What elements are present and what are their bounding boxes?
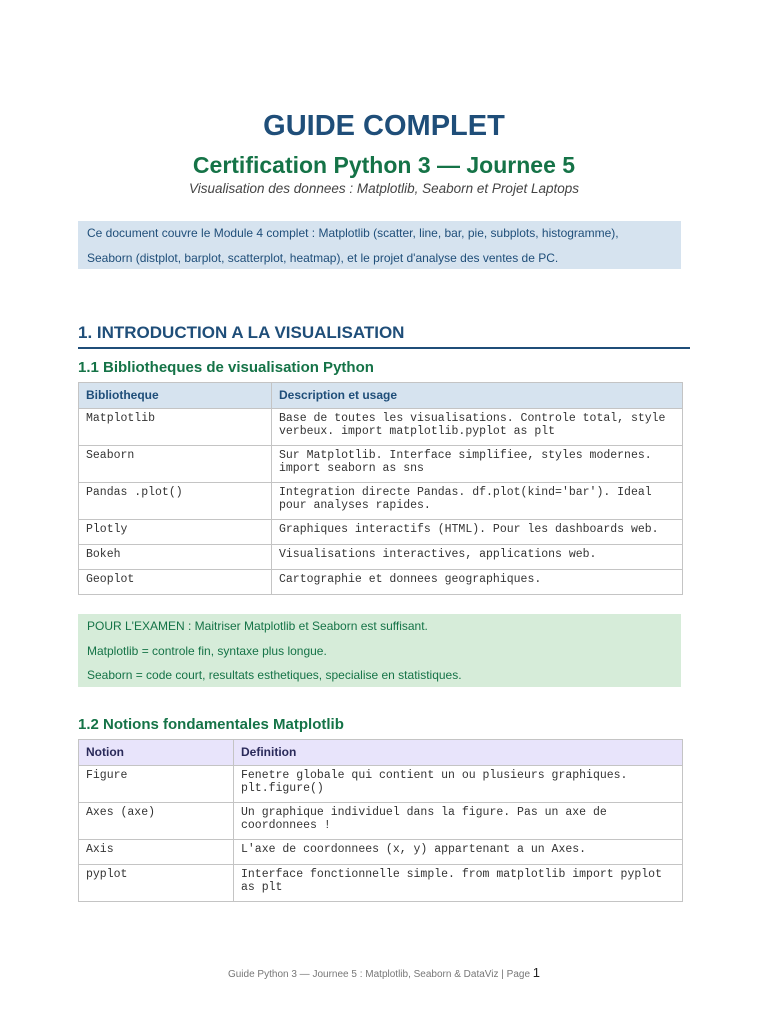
exam-tip-line: POUR L'EXAMEN : Maitriser Matplotlib et … <box>87 619 428 633</box>
page-number: 1 <box>532 965 541 980</box>
table-row: Geoplot Cartographie et donnees geograph… <box>78 569 683 595</box>
document-page: GUIDE COMPLET Certification Python 3 — J… <box>0 0 768 1024</box>
description-line: Base de toutes les visualisations. Contr… <box>279 412 666 425</box>
description-line: Integration directe Pandas. df.plot(kind… <box>279 486 652 499</box>
definition-line: coordonnees ! <box>241 818 331 832</box>
document-subtitle: Certification Python 3 — Journee 5 <box>192 152 576 178</box>
table-row: Figure Fenetre globale qui contient un o… <box>78 765 683 803</box>
library-description: Sur Matplotlib. Interface simplifiee, st… <box>271 445 683 483</box>
library-name: Matplotlib <box>78 408 272 446</box>
library-description: Base de toutes les visualisations. Contr… <box>271 408 683 446</box>
table-row: pyplot Interface fonctionnelle simple. f… <box>78 864 683 902</box>
library-name: Bokeh <box>78 544 272 570</box>
notion-name: Axes (axe) <box>78 802 234 840</box>
notion-name: Figure <box>78 765 234 803</box>
column-header-description: Description et usage <box>271 382 683 409</box>
definition-line: Interface fonctionnelle simple. from mat… <box>241 868 662 881</box>
library-description: Cartographie et donnees geographiques. <box>271 569 683 595</box>
table-header-row: Notion Definition <box>78 739 683 766</box>
section-heading-introduction: 1. INTRODUCTION A LA VISUALISATION <box>78 322 690 349</box>
library-name: Pandas .plot() <box>78 482 272 520</box>
column-header-definition: Definition <box>233 739 683 766</box>
subsection-heading-notions: 1.2 Notions fondamentales Matplotlib <box>78 716 344 733</box>
library-description: Integration directe Pandas. df.plot(kind… <box>271 482 683 520</box>
intro-line: Seaborn (distplot, barplot, scatterplot,… <box>87 250 559 265</box>
intro-line: Ce document couvre le Module 4 complet :… <box>87 226 619 240</box>
exam-tip-line: Matplotlib = controle fin, syntaxe plus … <box>87 643 327 658</box>
library-name: Plotly <box>78 519 272 545</box>
notion-name: Axis <box>78 839 234 865</box>
notion-definition: Interface fonctionnelle simple. from mat… <box>233 864 683 902</box>
description-line: Sur Matplotlib. Interface simplifiee, st… <box>279 449 652 462</box>
footer-text: Guide Python 3 — Journee 5 : Matplotlib,… <box>227 969 533 980</box>
definition-line: Un graphique individuel dans la figure. … <box>241 806 607 819</box>
notion-definition: Fenetre globale qui contient un ou plusi… <box>233 765 683 803</box>
description-line: import seaborn as sns <box>279 461 424 475</box>
table-row: Bokeh Visualisations interactives, appli… <box>78 544 683 570</box>
page-footer: Guide Python 3 — Journee 5 : Matplotlib,… <box>0 964 768 984</box>
description-line: verbeux. import matplotlib.pyplot as plt <box>279 424 556 438</box>
description-line: pour analyses rapides. <box>279 498 431 512</box>
column-header-library: Bibliotheque <box>78 382 272 409</box>
notions-table: Notion Definition Figure Fenetre globale… <box>78 739 683 902</box>
exam-tip-line: Seaborn = code court, resultats esthetiq… <box>87 668 462 682</box>
notion-definition: Un graphique individuel dans la figure. … <box>233 802 683 840</box>
table-header-row: Bibliotheque Description et usage <box>78 382 683 409</box>
definition-line: plt.figure() <box>241 781 324 795</box>
library-description: Graphiques interactifs (HTML). Pour les … <box>271 519 683 545</box>
libraries-table: Bibliotheque Description et usage Matplo… <box>78 382 683 595</box>
table-row: Axis L'axe de coordonnees (x, y) apparte… <box>78 839 683 865</box>
notion-definition: L'axe de coordonnees (x, y) appartenant … <box>233 839 683 865</box>
library-description: Visualisations interactives, application… <box>271 544 683 570</box>
exam-tip-callout: POUR L'EXAMEN : Maitriser Matplotlib et … <box>78 614 681 687</box>
table-row: Matplotlib Base de toutes les visualisat… <box>78 408 683 446</box>
column-header-notion: Notion <box>78 739 234 766</box>
document-tagline: Visualisation des donnees : Matplotlib, … <box>188 181 579 196</box>
table-row: Pandas .plot() Integration directe Panda… <box>78 482 683 520</box>
table-row: Axes (axe) Un graphique individuel dans … <box>78 802 683 840</box>
library-name: Seaborn <box>78 445 272 483</box>
notion-name: pyplot <box>78 864 234 902</box>
table-row: Plotly Graphiques interactifs (HTML). Po… <box>78 519 683 545</box>
table-row: Seaborn Sur Matplotlib. Interface simpli… <box>78 445 683 483</box>
subsection-heading-libraries: 1.1 Bibliotheques de visualisation Pytho… <box>78 359 374 376</box>
library-name: Geoplot <box>78 569 272 595</box>
intro-callout: Ce document couvre le Module 4 complet :… <box>78 221 681 269</box>
document-title: GUIDE COMPLET <box>263 110 505 142</box>
definition-line: Fenetre globale qui contient un ou plusi… <box>241 769 628 782</box>
definition-line: as plt <box>241 880 283 894</box>
